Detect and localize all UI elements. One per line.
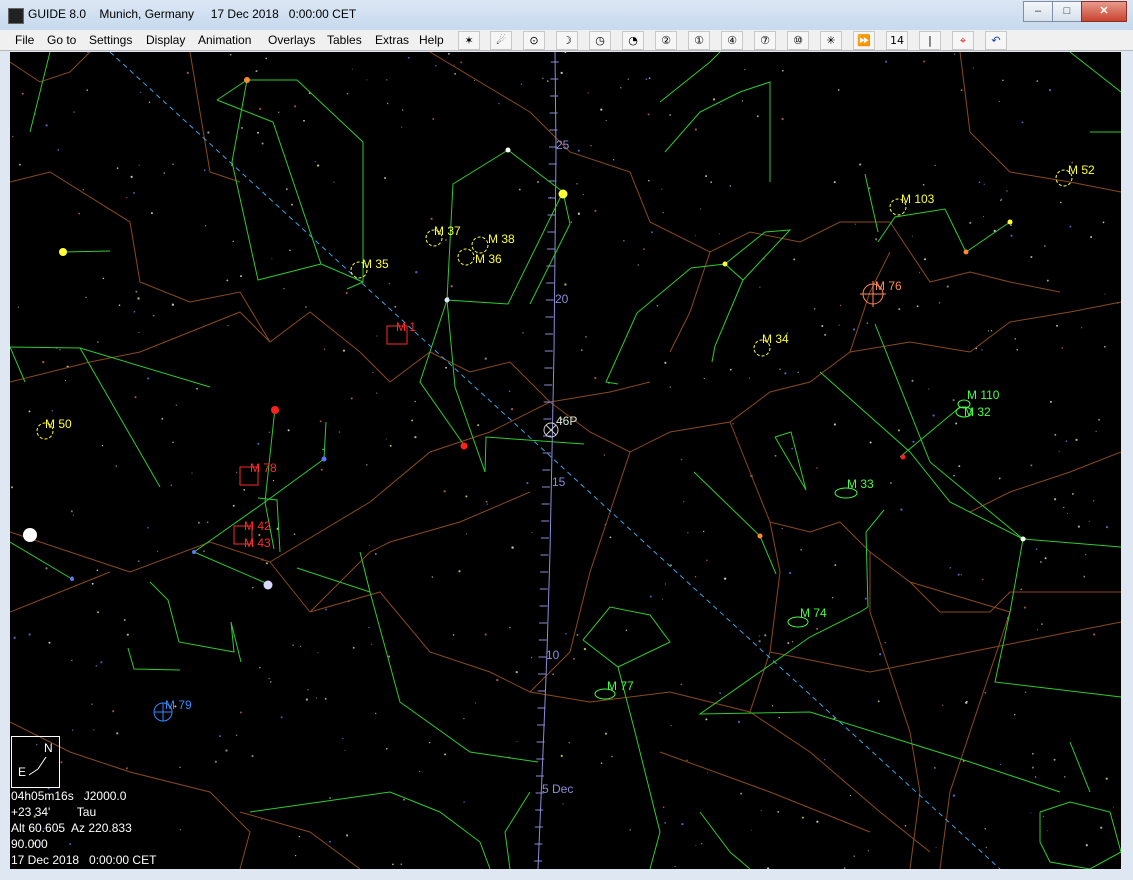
close-button[interactable]: ✕ (1081, 1, 1127, 22)
menu-overlays[interactable]: Overlays (268, 33, 315, 47)
label-m38[interactable]: M 38 (488, 232, 515, 246)
tool-comet-icon[interactable]: ☄ (490, 31, 512, 50)
tool-undo-icon[interactable]: ↶ (985, 31, 1007, 50)
bright-stars (23, 77, 1026, 590)
menu-extras[interactable]: Extras (375, 33, 409, 47)
tool-zoom7-icon[interactable]: ⑦ (754, 31, 776, 50)
minimize-button[interactable]: – (1023, 1, 1053, 22)
window-bottom-frame (0, 869, 1133, 880)
label-m37[interactable]: M 37 (434, 224, 461, 238)
menu-settings[interactable]: Settings (89, 33, 132, 47)
tool-target-icon[interactable]: ⌖ (952, 31, 974, 50)
tool-zoom4-icon[interactable]: ④ (721, 31, 743, 50)
app-icon[interactable] (8, 8, 24, 24)
menu-display[interactable]: Display (146, 33, 185, 47)
title-bar: GUIDE 8.0 Munich, Germany 17 Dec 2018 0:… (0, 0, 1133, 31)
sky-chart[interactable]: M 35 M 37 M 38 M 36 M 1 M 50 M 78 M 42 M… (10, 52, 1121, 869)
label-m52[interactable]: M 52 (1068, 163, 1095, 177)
info-dec: +23 34' Tau (11, 805, 97, 819)
tool-fast-forward-icon[interactable]: ⏩ (853, 31, 875, 50)
tool-moon-icon[interactable]: ☽ (556, 31, 578, 50)
tool-time-icon[interactable]: ◔ (622, 31, 644, 50)
info-altaz: Alt 60.605 Az 220.833 (11, 821, 132, 835)
label-m33[interactable]: M 33 (847, 477, 874, 491)
label-m103[interactable]: M 103 (901, 192, 934, 206)
info-datetime: 17 Dec 2018 0:00:00 CET (11, 853, 157, 867)
label-m50[interactable]: M 50 (45, 417, 72, 431)
track-label-5dec: 5 Dec (542, 782, 574, 796)
menu-bar: File Go to Settings Display Animation Ov… (0, 30, 1133, 51)
tool-sun-icon[interactable]: ⊙ (523, 31, 545, 50)
tool-zoom10-icon[interactable]: ⑩ (787, 31, 809, 50)
label-m76[interactable]: M 76 (875, 279, 902, 293)
window-title: GUIDE 8.0 Munich, Germany 17 Dec 2018 0:… (28, 7, 357, 21)
tool-clock-icon[interactable]: ◷ (589, 31, 611, 50)
tool-step-icon[interactable]: 14 (886, 31, 908, 50)
menu-goto[interactable]: Go to (47, 33, 76, 47)
menu-file[interactable]: File (15, 33, 34, 47)
ecliptic-line (109, 52, 1001, 869)
track-label-10: 10 (546, 648, 560, 662)
constellation-lines (10, 52, 1121, 869)
tool-zoom2-icon[interactable]: ② (655, 31, 677, 50)
track-label-25: 25 (556, 138, 570, 152)
label-m79[interactable]: M 79 (165, 698, 192, 712)
maximize-button[interactable]: □ (1052, 1, 1082, 22)
label-m32[interactable]: M 32 (964, 405, 991, 419)
label-m35[interactable]: M 35 (362, 257, 389, 271)
sky-chart-graphics (10, 52, 1121, 869)
track-label-15: 15 (552, 475, 566, 489)
tool-zoom1-icon[interactable]: ① (688, 31, 710, 50)
compass-arrows-icon (28, 756, 47, 776)
menu-animation[interactable]: Animation (198, 33, 251, 47)
info-ra: 04h05m16s J2000.0 (11, 789, 127, 803)
menu-help[interactable]: Help (419, 33, 444, 47)
constellation-boundaries (10, 52, 1121, 869)
label-m78[interactable]: M 78 (250, 461, 277, 475)
label-m42[interactable]: M 42 (244, 519, 271, 533)
track-label-20: 20 (555, 292, 569, 306)
label-m110[interactable]: M 110 (967, 388, 999, 402)
info-fov: 90.000 (11, 837, 48, 851)
tool-separator-icon[interactable]: | (919, 31, 941, 50)
background-stars (10, 52, 1119, 869)
compass-rose: N E (11, 736, 60, 788)
label-m77[interactable]: M 77 (607, 679, 634, 693)
label-m34[interactable]: M 34 (762, 332, 789, 346)
menu-tables[interactable]: Tables (327, 33, 362, 47)
label-m74[interactable]: M 74 (800, 606, 827, 620)
window-controls: – □ ✕ (1023, 1, 1127, 22)
tool-deepsky-icon[interactable]: ✳ (820, 31, 842, 50)
label-comet-46p[interactable]: 46P (556, 414, 577, 428)
label-m36[interactable]: M 36 (475, 252, 502, 266)
label-m1[interactable]: M 1 (396, 320, 416, 334)
label-m43[interactable]: M 43 (244, 536, 271, 550)
tool-star-icon[interactable]: ✶ (458, 31, 480, 50)
